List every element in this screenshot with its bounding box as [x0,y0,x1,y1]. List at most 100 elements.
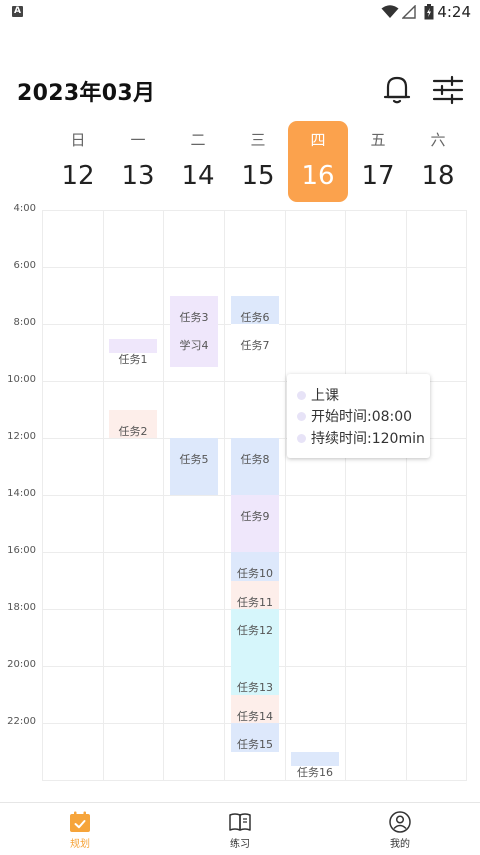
event-label: 任务1 [118,353,148,366]
popup-start-row: 开始时间:08:00 [297,406,412,426]
grid-column-line [224,210,225,781]
event-block[interactable]: 任务12 任务13 [231,609,279,695]
weekday-label: 三 [250,131,266,149]
event-detail-popup: 上课 开始时间:08:00 持续时间:120min [287,374,430,458]
date-number: 16 [301,161,335,191]
grid-column-line [466,210,467,781]
event-block[interactable]: 任务16 [291,752,339,779]
weekday-label: 四 [310,131,326,149]
event-label: 任务11 [237,596,273,609]
dot-icon [297,390,306,400]
status-bar: A 4:24 [0,0,480,26]
user-circle-icon [389,811,411,833]
grid-line [42,780,467,781]
tab-label: 我的 [390,839,410,850]
event-label: 任务6 [240,311,270,324]
event-block[interactable]: 任务15 [231,723,279,752]
event-label: 任务16 [297,766,333,779]
event-label: 任务12 [237,624,273,637]
day-thu-selected[interactable]: 四 16 [288,121,348,203]
time-label: 4:00 [13,203,36,214]
date-number: 17 [361,161,395,191]
signal-icon [402,5,416,19]
date-number: 13 [121,161,155,191]
weekday-label: 六 [430,131,446,149]
event-label: 任务7 [240,339,270,352]
day-sat[interactable]: 六 18 [408,121,468,203]
book-icon [229,813,251,831]
tab-practice[interactable]: 练习 [200,803,280,855]
event-label: 任务9 [240,510,270,523]
tab-label: 练习 [230,839,250,850]
time-label: 8:00 [13,317,36,328]
bell-icon[interactable] [381,73,413,105]
weekday-label: 一 [130,131,146,149]
event-block[interactable]: 任务10 [231,552,279,581]
sliders-icon[interactable] [432,75,464,105]
day-sun[interactable]: 日 12 [48,121,108,203]
day-wed[interactable]: 三 15 [228,121,288,203]
battery-icon [424,4,434,20]
popup-title: 上课 [311,388,339,404]
time-label: 18:00 [7,602,36,613]
time-label: 12:00 [7,431,36,442]
dot-icon [297,411,306,421]
date-number: 12 [61,161,95,191]
time-label: 22:00 [7,716,36,727]
week-strip: 日 12 一 13 二 14 三 15 四 16 五 17 六 18 [48,121,468,203]
month-title[interactable]: 2023年03月 [17,75,155,107]
date-number: 18 [421,161,455,191]
event-block[interactable]: 任务7 [231,324,279,354]
weekday-label: 二 [190,131,206,149]
grid-column-line [345,210,346,781]
grid-line [42,267,467,268]
wifi-icon [381,5,399,18]
grid-column-line [406,210,407,781]
event-block[interactable]: 任务8 [231,438,279,495]
day-tue[interactable]: 二 14 [168,121,228,203]
date-number: 15 [241,161,275,191]
status-time: 4:24 [437,3,471,21]
event-label: 任务3 [179,311,209,324]
weekday-label: 五 [370,131,386,149]
event-label: 学习4 [179,339,209,352]
event-block[interactable]: 任务2 [109,410,157,438]
event-block[interactable]: 任务14 [231,695,279,723]
time-label: 16:00 [7,545,36,556]
a-box-icon: A [12,6,23,17]
time-label: 14:00 [7,488,36,499]
bottom-tab-bar: 规划 练习 我的 [0,802,480,855]
time-label: 10:00 [7,374,36,385]
grid-column-line [103,210,104,781]
event-block[interactable]: 任务6 [231,296,279,324]
event-block[interactable]: 任务11 [231,581,279,609]
grid-column-line [163,210,164,781]
event-label: 任务14 [237,710,273,723]
event-block[interactable]: 任务3 [170,296,218,330]
event-label: 任务10 [237,567,273,580]
grid-line [42,210,467,211]
event-block[interactable]: 任务9 [231,495,279,552]
event-block[interactable]: 任务1 [109,339,157,366]
dot-icon [297,433,306,443]
popup-start-time: 开始时间:08:00 [311,409,413,425]
time-label: 6:00 [13,260,36,271]
popup-duration: 持续时间:120min [311,431,425,447]
event-label: 任务5 [179,453,209,466]
calendar-check-icon [70,811,90,832]
popup-duration-row: 持续时间:120min [297,428,425,448]
event-block[interactable]: 学习4 [170,330,218,367]
grid-column-line [285,210,286,781]
day-mon[interactable]: 一 13 [108,121,168,203]
date-number: 14 [181,161,215,191]
weekday-label: 日 [70,131,86,149]
popup-title-row: 上课 [297,385,339,405]
event-label: 任务13 [237,681,273,694]
tab-label: 规划 [70,839,90,850]
tab-me[interactable]: 我的 [360,803,440,855]
day-fri[interactable]: 五 17 [348,121,408,203]
grid-column-line [42,210,43,781]
tab-plan[interactable]: 规划 [40,803,120,855]
event-block[interactable]: 任务5 [170,438,218,495]
time-label: 20:00 [7,659,36,670]
